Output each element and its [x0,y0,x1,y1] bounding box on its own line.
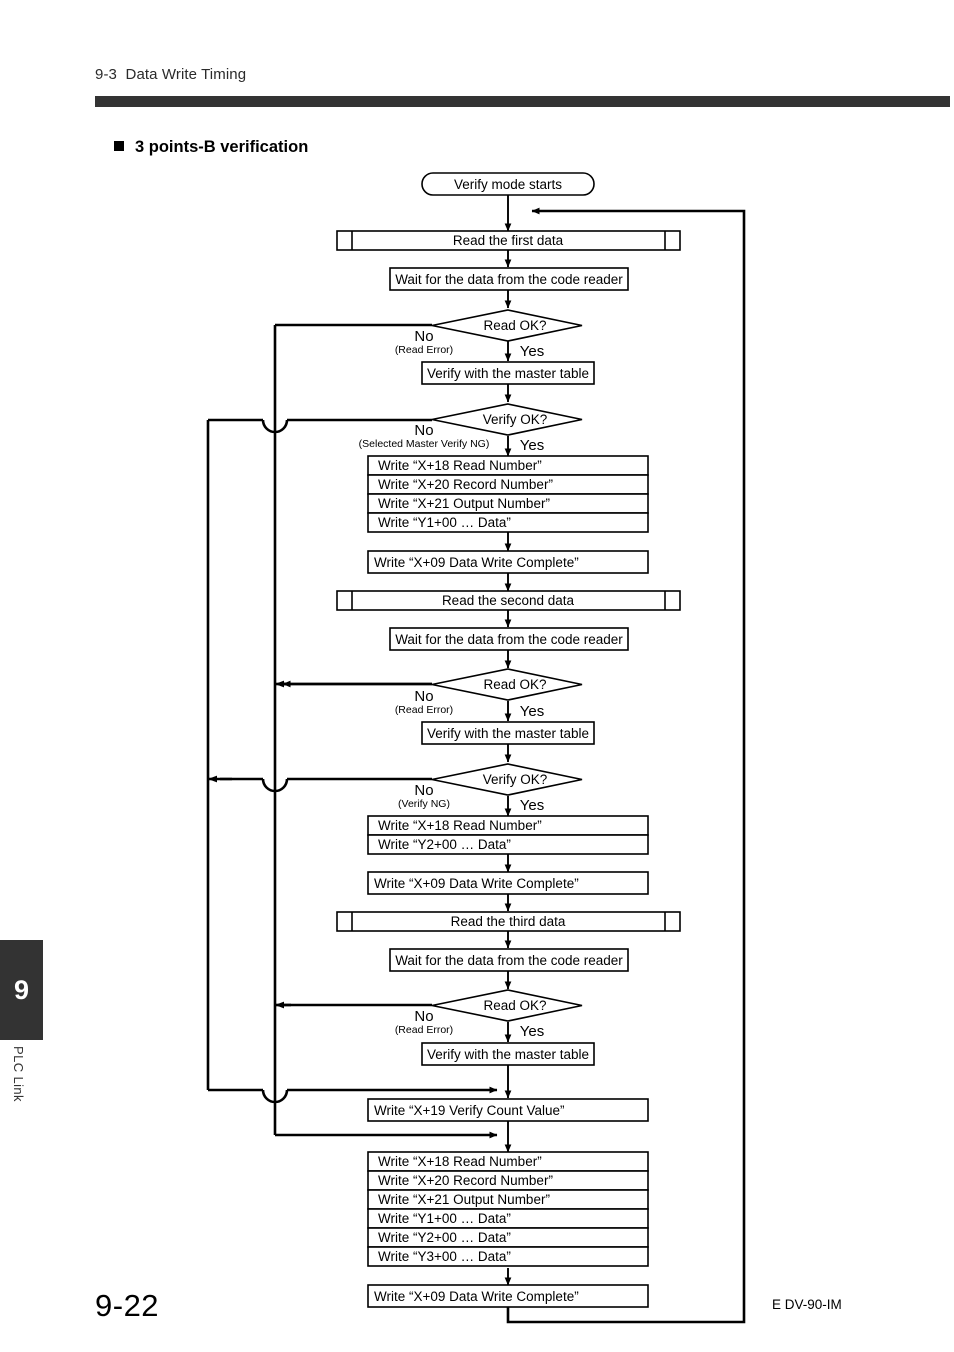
flowchart-diagram: Verify mode starts Read the first data W… [206,172,746,1324]
branch-no-sublabel: (Selected Master Verify NG) [359,438,490,450]
node-label: Read the second data [442,593,575,608]
node-verify-master-2: Verify with the master table [421,721,595,745]
decision-read-ok-2: Read OK? No (Read Error) Yes [395,668,583,720]
node-label: Read the third data [451,914,566,929]
node-write-stack-2: Write “X+18 Read Number” Write “Y2+00 … … [367,815,649,855]
node-label: Write “X+18 Read Number” [378,818,542,833]
branch-yes-label: Yes [520,797,544,814]
node-label: Verify with the master table [427,726,589,741]
node-read-first-data: Read the first data [336,230,681,251]
node-label: Write “X+18 Read Number” [378,1154,542,1169]
branch-yes-label: Yes [520,1023,544,1040]
node-label: Wait for the data from the code reader [395,632,623,647]
decision-read-ok-3: Read OK? No (Read Error) Yes [395,989,583,1040]
branch-no-label: No [414,688,433,705]
node-verify-master-3: Verify with the master table [421,1042,595,1066]
node-label: Write “X+20 Record Number” [378,1173,553,1188]
node-write-verify-count: Write “X+19 Verify Count Value” [367,1098,649,1122]
node-label: Write “X+21 Output Number” [378,496,550,511]
decision-label: Verify OK? [483,772,548,787]
branch-no-label: No [414,782,433,799]
flow-arrowheads [208,680,284,1009]
node-write-stack-final: Write “X+18 Read Number” Write “X+20 Rec… [367,1151,649,1267]
node-label: Write “X+09 Data Write Complete” [374,1289,579,1304]
node-label: Read the first data [453,233,564,248]
node-verify-master-1: Verify with the master table [421,361,595,385]
decision-read-ok-1: Read OK? No (Read Error) Yes [395,309,583,360]
decision-label: Read OK? [483,998,546,1013]
branch-yes-label: Yes [520,703,544,720]
node-label: Verify with the master table [427,1047,589,1062]
decision-label: Read OK? [483,318,546,333]
node-write-complete-2: Write “X+09 Data Write Complete” [367,871,649,895]
node-write-stack-1: Write “X+18 Read Number” Write “X+20 Rec… [367,455,649,533]
node-label: Write “Y1+00 … Data” [378,515,511,530]
decision-label: Verify OK? [483,412,548,427]
node-label: Verify with the master table [427,366,589,381]
branch-no-label: No [414,1008,433,1025]
branch-no-sublabel: (Verify NG) [398,798,450,810]
node-label: Write “Y2+00 … Data” [378,1230,511,1245]
branch-no-label: No [414,328,433,345]
branch-no-label: No [414,422,433,439]
node-wait-reader-3: Wait for the data from the code reader [389,948,629,972]
decision-label: Read OK? [483,677,546,692]
node-label: Write “Y3+00 … Data” [378,1249,511,1264]
node-label: Write “X+20 Record Number” [378,477,553,492]
node-label: Write “Y1+00 … Data” [378,1211,511,1226]
branch-no-sublabel: (Read Error) [395,704,453,716]
node-label: Write “X+19 Verify Count Value” [374,1103,564,1118]
node-verify-mode-starts: Verify mode starts [421,172,595,196]
node-wait-reader-2: Wait for the data from the code reader [389,627,629,651]
branch-no-sublabel: (Read Error) [395,1024,453,1036]
manual-page: 9-3 Data Write Timing 3 points-B verific… [0,0,954,1352]
node-write-complete-final: Write “X+09 Data Write Complete” [367,1284,649,1308]
node-label: Wait for the data from the code reader [395,272,623,287]
branch-no-sublabel: (Read Error) [395,344,453,356]
node-label: Write “Y2+00 … Data” [378,837,511,852]
branch-yes-label: Yes [520,343,544,360]
branch-yes-label: Yes [520,437,544,454]
node-read-third-data: Read the third data [336,911,681,932]
node-wait-reader-1: Wait for the data from the code reader [389,267,629,291]
node-label: Write “X+09 Data Write Complete” [374,876,579,891]
node-read-second-data: Read the second data [336,590,681,611]
node-label: Write “X+21 Output Number” [378,1192,550,1207]
node-label: Write “X+09 Data Write Complete” [374,555,579,570]
decision-verify-ok-2: Verify OK? No (Verify NG) Yes [398,763,583,814]
node-write-complete-1: Write “X+09 Data Write Complete” [367,550,649,574]
node-label: Write “X+18 Read Number” [378,458,542,473]
decision-verify-ok-1: Verify OK? No (Selected Master Verify NG… [359,403,583,454]
node-label: Wait for the data from the code reader [395,953,623,968]
node-label: Verify mode starts [454,177,562,192]
